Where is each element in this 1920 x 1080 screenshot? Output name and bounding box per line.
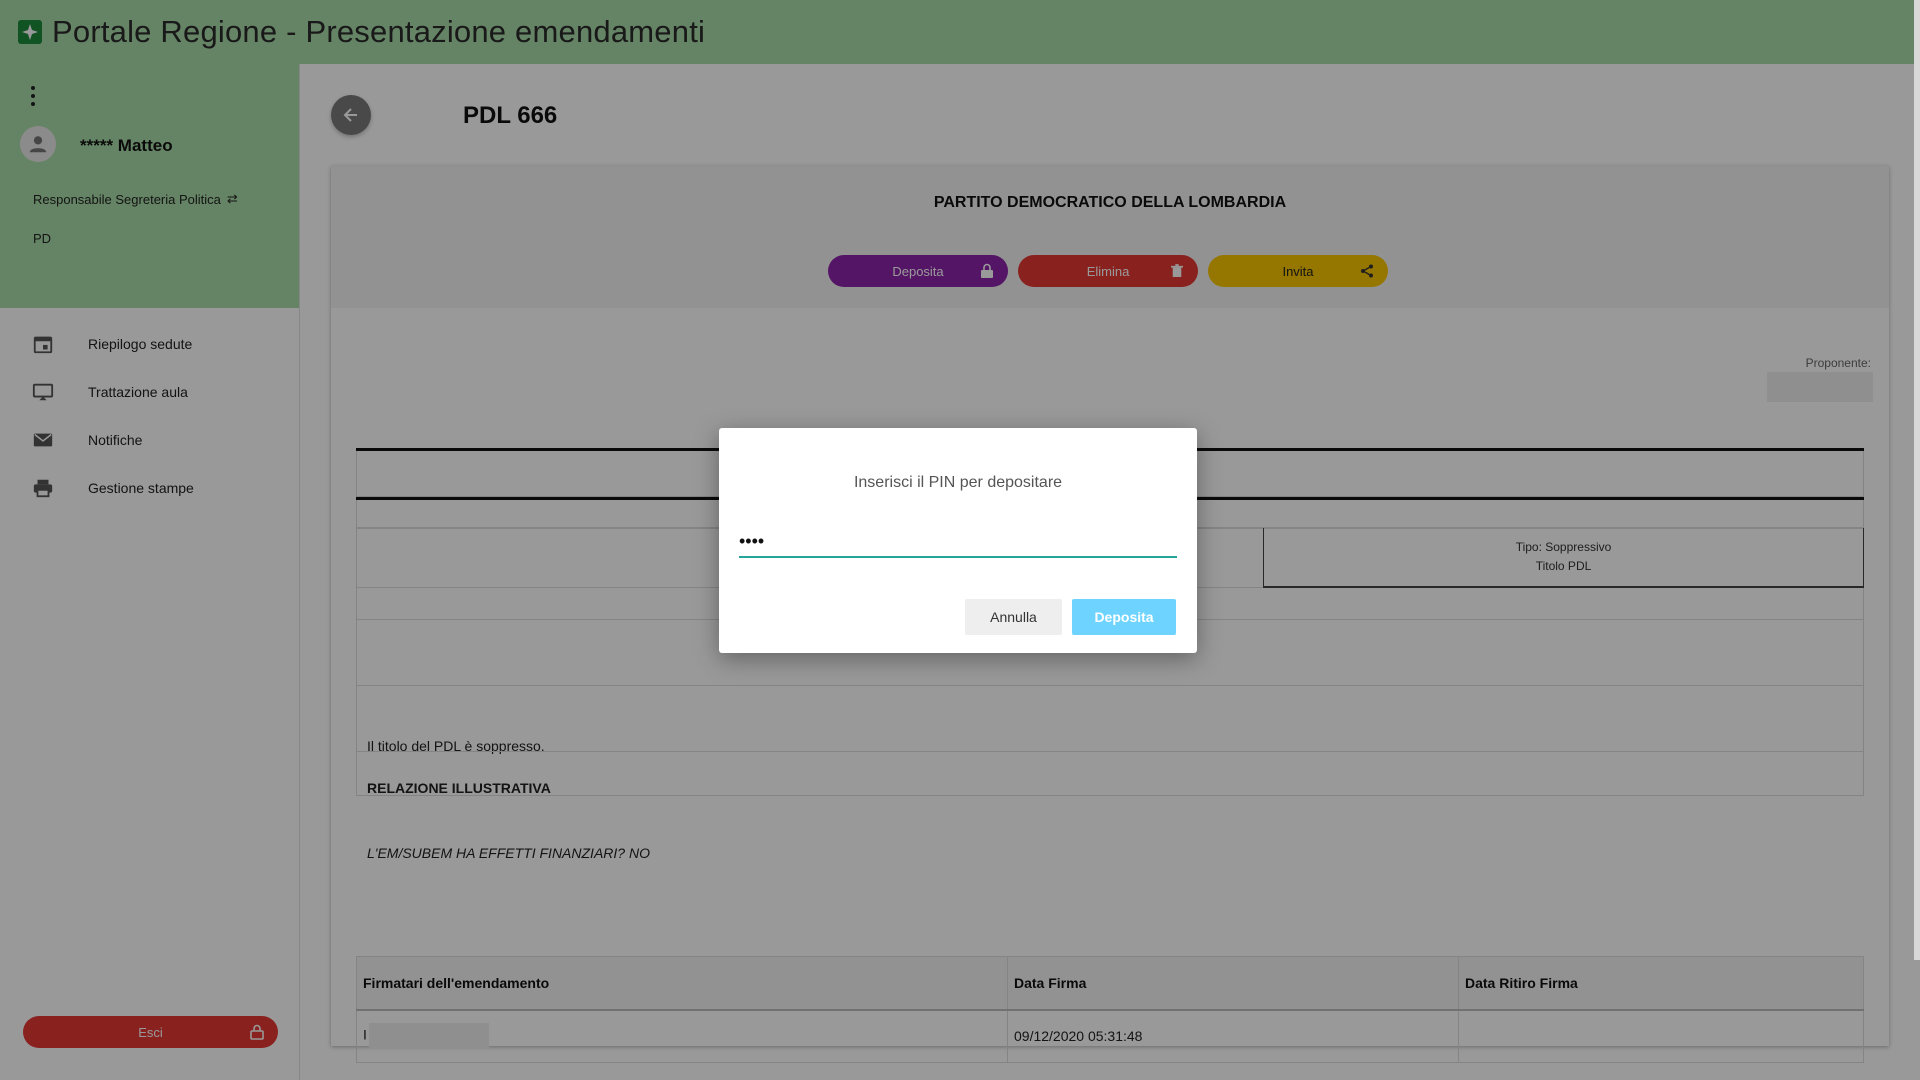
confirm-deposit-button[interactable]: Deposita bbox=[1072, 599, 1176, 635]
cancel-button[interactable]: Annulla bbox=[965, 599, 1062, 635]
pin-input[interactable] bbox=[739, 526, 1177, 558]
dialog-title: Inserisci il PIN per depositare bbox=[853, 474, 1063, 491]
scrollbar[interactable] bbox=[1914, 0, 1920, 960]
pin-dialog: Inserisci il PIN per depositare Annulla … bbox=[719, 428, 1197, 653]
